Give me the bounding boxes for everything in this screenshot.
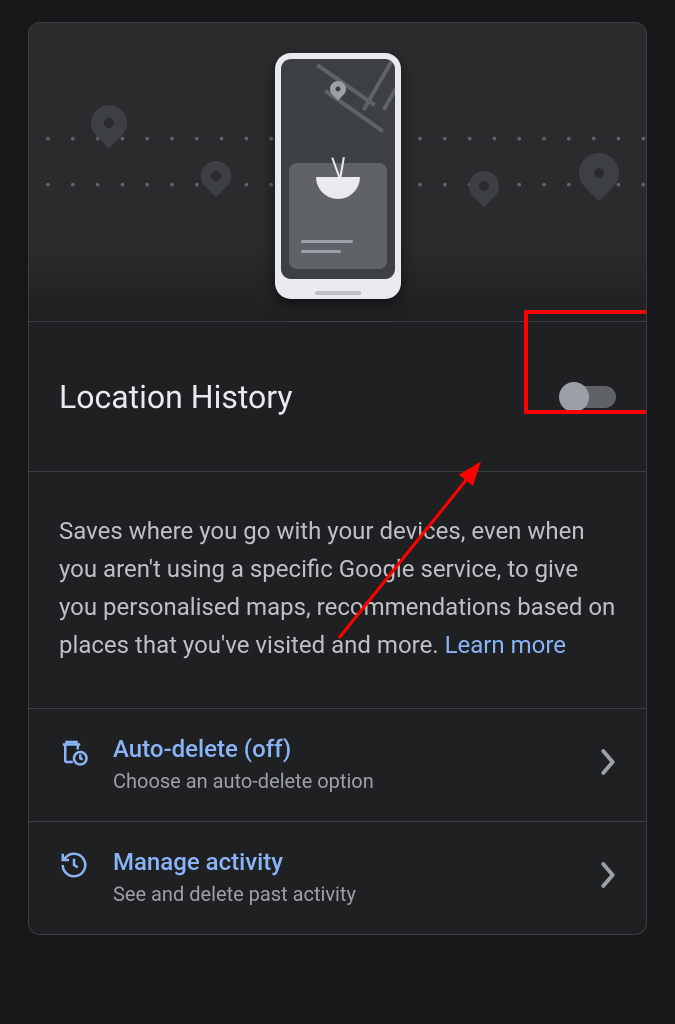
food-bowl-icon <box>316 177 360 199</box>
location-history-toggle[interactable] <box>562 386 616 408</box>
page-title: Location History <box>59 378 562 416</box>
phone-illustration <box>275 53 401 299</box>
location-history-header: Location History <box>29 321 646 471</box>
manage-activity-subtitle: See and delete past activity <box>113 882 600 906</box>
map-pin-icon <box>463 165 505 207</box>
chevron-right-icon <box>600 861 616 893</box>
hero-illustration: • • • • • • • • • • • • • • • • • • • • … <box>29 23 646 321</box>
description-section: Saves where you go with your devices, ev… <box>29 471 646 708</box>
trash-clock-icon <box>59 737 93 771</box>
auto-delete-subtitle: Choose an auto-delete option <box>113 769 600 793</box>
chevron-right-icon <box>600 748 616 780</box>
description-text: Saves where you go with your devices, ev… <box>59 517 615 659</box>
auto-delete-row[interactable]: Auto-delete (off) Choose an auto-delete … <box>29 708 646 821</box>
learn-more-link[interactable]: Learn more <box>445 631 566 659</box>
history-icon <box>59 850 93 884</box>
location-history-card: • • • • • • • • • • • • • • • • • • • • … <box>28 22 647 935</box>
manage-activity-title: Manage activity <box>113 848 600 876</box>
auto-delete-title: Auto-delete (off) <box>113 735 600 763</box>
manage-activity-row[interactable]: Manage activity See and delete past acti… <box>29 821 646 934</box>
